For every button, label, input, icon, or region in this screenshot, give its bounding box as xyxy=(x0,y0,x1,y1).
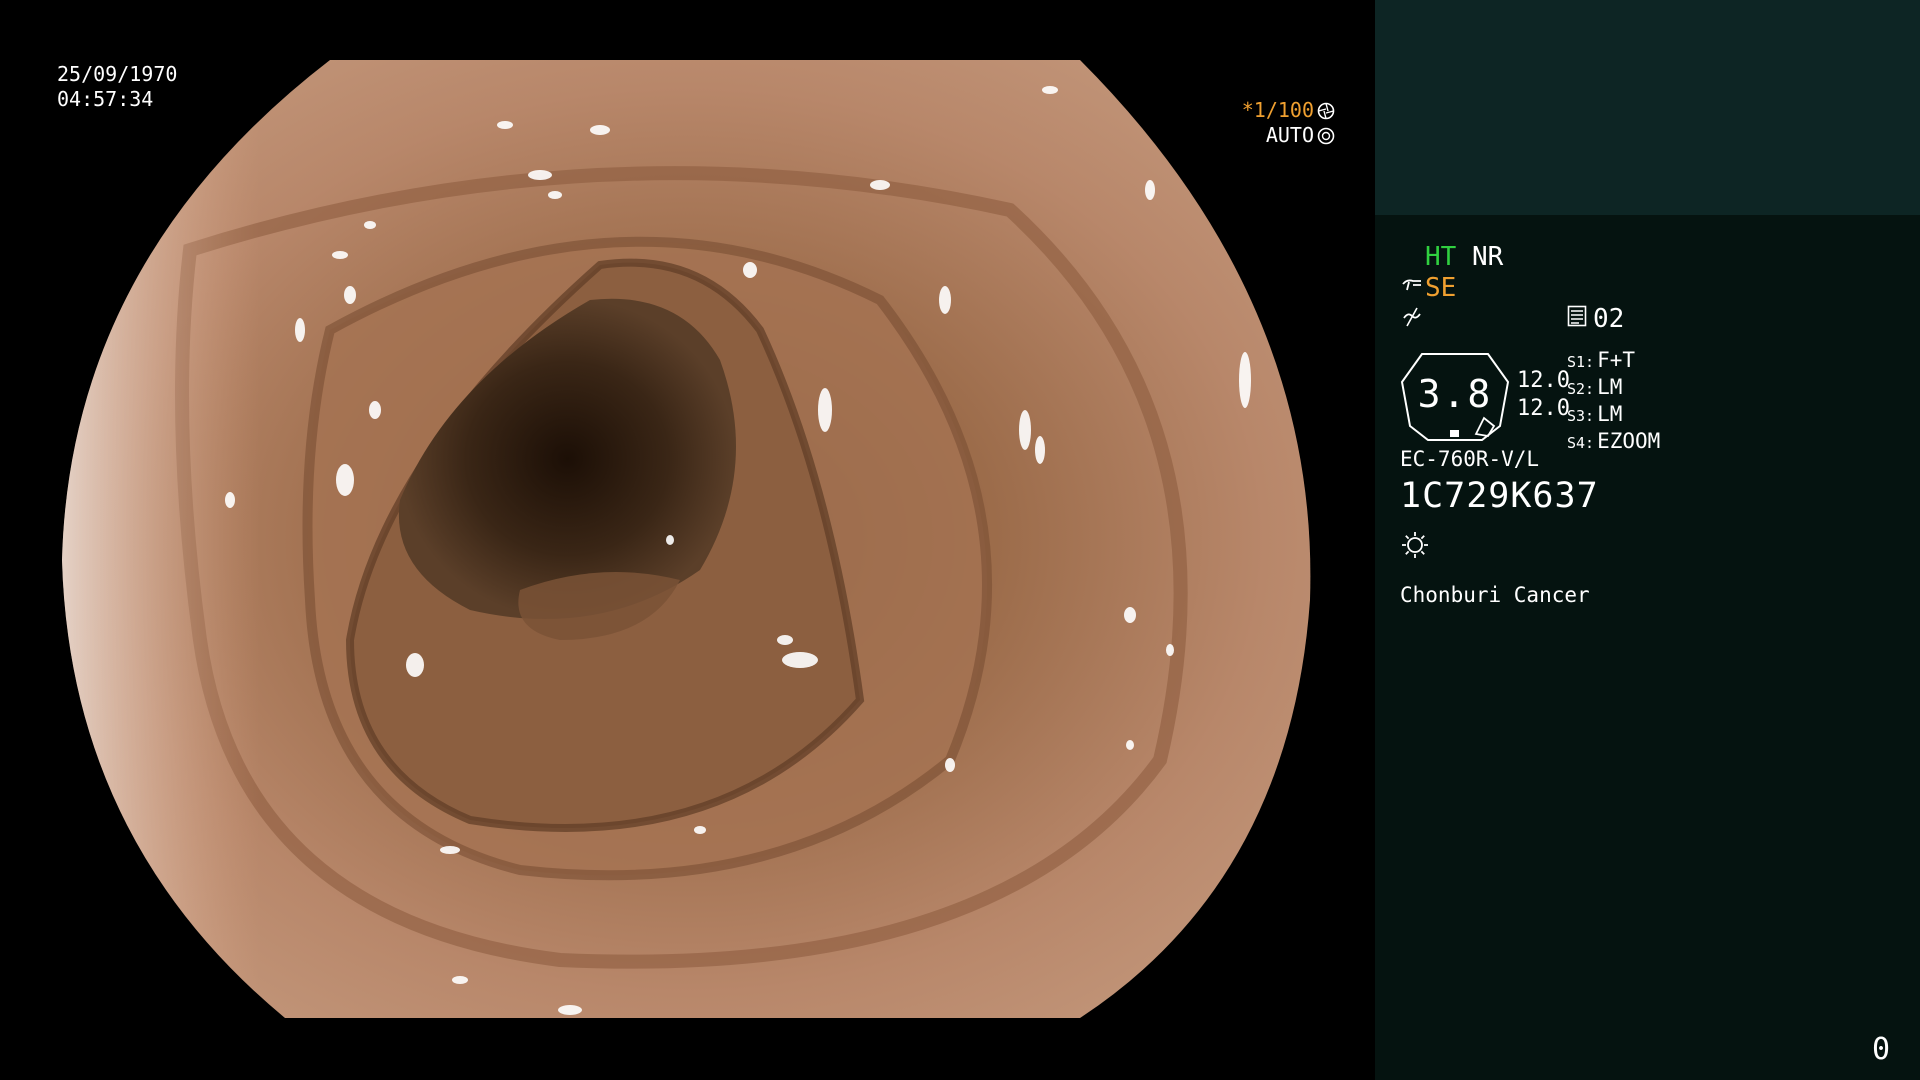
structure-enhancement-icon xyxy=(1401,273,1423,303)
switch-value: LM xyxy=(1597,375,1623,399)
shutter-speed-text: *1/100 xyxy=(1241,98,1314,122)
scope-switch-list: S1: F+T S2: LM S3: LM S4: EZOOM xyxy=(1567,348,1660,456)
iris-icon xyxy=(1317,127,1335,145)
hospital-name: Chonburi Cancer xyxy=(1400,583,1590,607)
switch-key: S1: xyxy=(1567,353,1595,371)
frame-counter: 0 xyxy=(1871,1032,1890,1067)
endoscopic-image xyxy=(62,60,1311,1018)
switch-s4: S4: EZOOM xyxy=(1567,429,1660,456)
switch-s3: S3: LM xyxy=(1567,402,1660,429)
exposure-status: *1/100 AUTO xyxy=(1242,98,1335,148)
memory-number: 02 xyxy=(1593,304,1625,334)
status-panel-header xyxy=(1375,0,1920,215)
image-mode-row: HT NR xyxy=(1425,242,1503,272)
switch-key: S3: xyxy=(1567,407,1595,425)
switch-value: EZOOM xyxy=(1597,429,1661,453)
switch-key: S4: xyxy=(1567,434,1595,452)
endoscope-video-area: 25/09/1970 04:57:34 *1/100 AUTO xyxy=(0,0,1375,1080)
memory-icon xyxy=(1567,304,1587,334)
iris-mode-text: AUTO xyxy=(1265,123,1314,147)
time-text: 04:57:34 xyxy=(57,87,154,111)
aperture-icon xyxy=(1317,102,1335,120)
scope-serial-number: 1C729K637 xyxy=(1400,476,1599,516)
zoom-value: 3.8 xyxy=(1417,372,1493,416)
structure-enhancement-row: SE xyxy=(1401,273,1456,303)
switch-s2: S2: LM xyxy=(1567,375,1660,402)
scale-bottom-value: 12.0 xyxy=(1517,396,1570,421)
date-time-display: 25/09/1970 04:57:34 xyxy=(57,62,177,112)
zoom-scale: 12.0 12.0 xyxy=(1517,367,1570,423)
scale-top-value: 12.0 xyxy=(1517,368,1570,393)
switch-value: F+T xyxy=(1597,348,1636,372)
switch-key: S2: xyxy=(1567,380,1595,398)
date-text: 25/09/1970 xyxy=(57,62,178,86)
status-panel: HT NR SE 02 3.8 12.0 12.0 S1: F+T S2: LM… xyxy=(1375,0,1920,1080)
se-indicator: SE xyxy=(1425,273,1457,303)
iris-row: AUTO xyxy=(1242,123,1335,148)
zoom-indicator: 3.8 xyxy=(1400,352,1510,442)
lamp-icon xyxy=(1400,530,1430,567)
nr-indicator: NR xyxy=(1471,242,1504,272)
ht-indicator: HT xyxy=(1425,242,1457,272)
enhancement-icon xyxy=(1401,305,1423,335)
memory-row: 02 xyxy=(1567,304,1624,334)
switch-value: LM xyxy=(1597,402,1623,426)
switch-s1: S1: F+T xyxy=(1567,348,1660,375)
shutter-row: *1/100 xyxy=(1242,98,1335,123)
scope-model: EC-760R-V/L xyxy=(1400,447,1540,471)
